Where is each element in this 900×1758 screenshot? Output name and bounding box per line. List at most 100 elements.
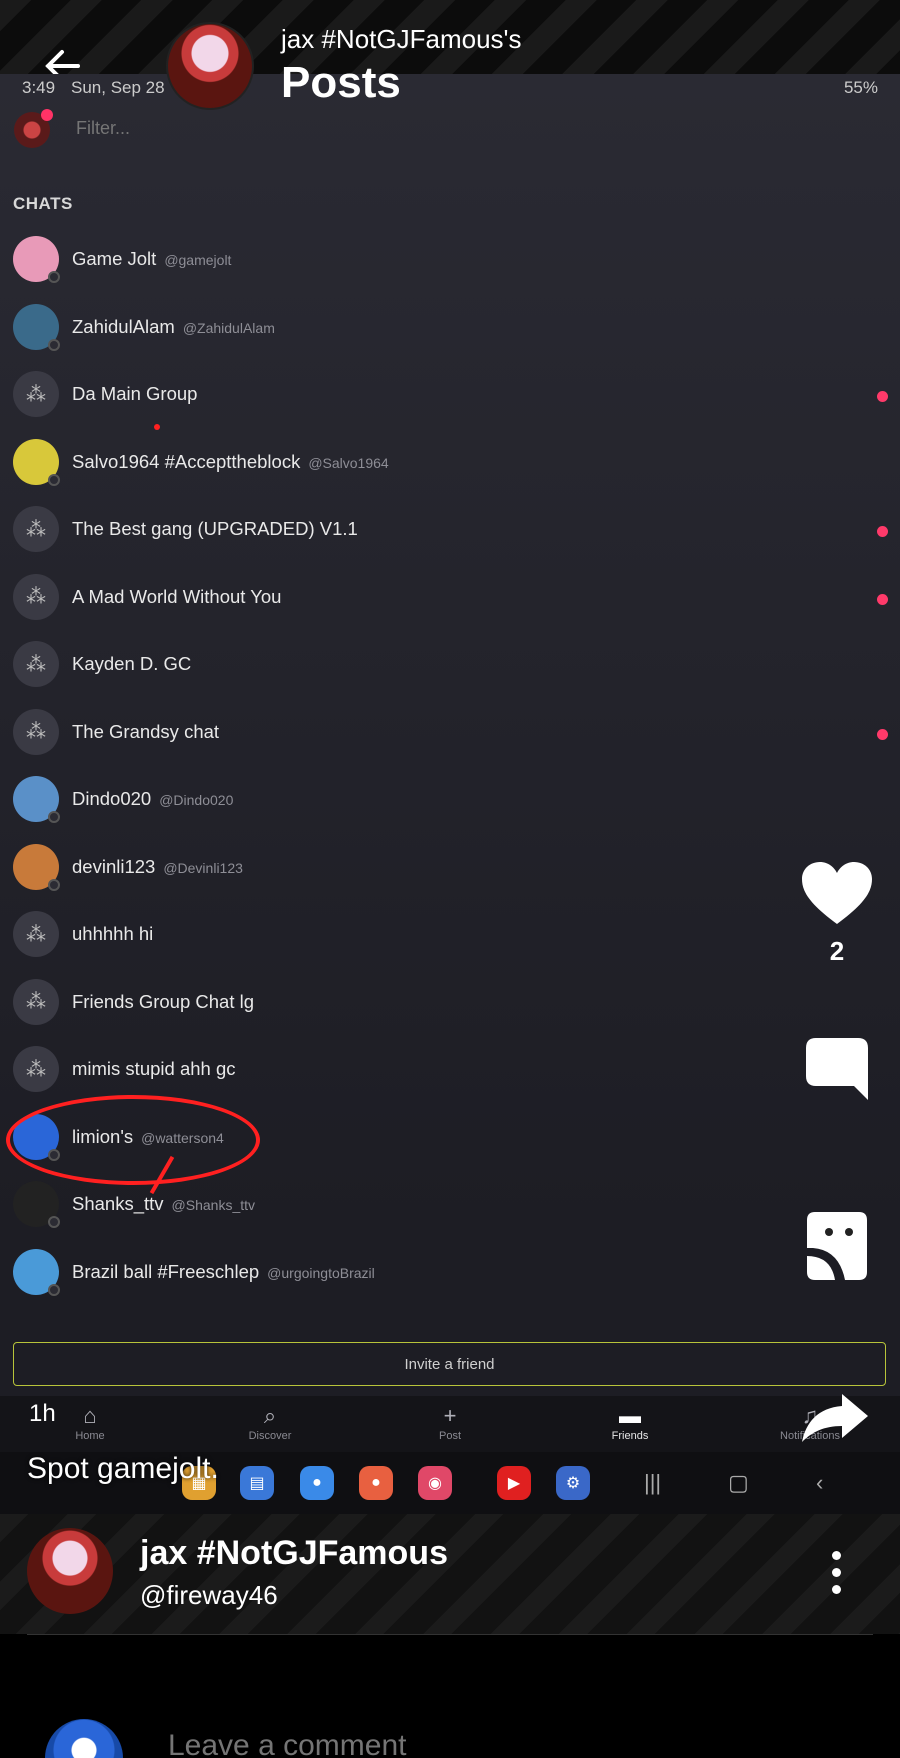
chat-title: Game Jolt	[72, 248, 157, 269]
status-indicator	[48, 1216, 60, 1228]
author-bar: jax #NotGJFamous @fireway46	[0, 1514, 900, 1634]
plus-icon: +	[443, 1403, 457, 1428]
chat-avatar	[13, 843, 60, 891]
author-avatar[interactable]	[27, 1528, 113, 1614]
chat-row[interactable]: ⁂ Da Main Group	[0, 359, 900, 427]
chat-title: Da Main Group	[72, 383, 198, 404]
chat-title: mimis stupid ahh gc	[72, 1058, 236, 1079]
chat-title: limion's	[72, 1125, 134, 1147]
nav-friends[interactable]: ▬ Friends	[570, 1402, 690, 1442]
chat-handle: @Dindo020	[159, 792, 234, 808]
nav-post[interactable]: + Post	[390, 1402, 510, 1442]
page-title: jax #NotGJFamous's	[281, 24, 522, 54]
chat-name: limion's @watterson4	[72, 1126, 224, 1148]
camera-icon[interactable]: ◉	[418, 1466, 452, 1500]
nav-discover[interactable]: ⌕ Discover	[210, 1402, 330, 1442]
comment-area	[0, 1635, 900, 1758]
post-caption: Spot gamejolt.	[27, 1452, 219, 1485]
status-indicator	[48, 338, 60, 351]
chat-name: mimis stupid ahh gc	[72, 1058, 235, 1080]
post-age: 1h	[29, 1400, 56, 1427]
chat-row[interactable]: Dindo020 @Dindo020	[0, 764, 900, 832]
calendar-icon[interactable]: ▤	[240, 1466, 274, 1500]
recents-icon[interactable]: |||	[644, 1470, 661, 1496]
system-back-icon[interactable]: ‹	[816, 1470, 823, 1496]
chat-row[interactable]: ⁂ Friends Group Chat lg	[0, 967, 900, 1035]
group-chat-icon: ⁂	[13, 641, 59, 687]
chat-title: Shanks_ttv	[72, 1193, 164, 1214]
youtube-icon[interactable]: ▶	[497, 1466, 531, 1500]
chat-handle: @gamejolt	[164, 252, 232, 268]
chat-handle: @ZahidulAlam	[182, 319, 275, 336]
like-count: 2	[829, 936, 845, 966]
status-indicator	[48, 271, 60, 283]
chat-row[interactable]: devinli123 @Devinli123	[0, 832, 900, 900]
chat-row[interactable]: ZahidulAlam @ZahidulAlam	[0, 292, 900, 360]
status-battery: 55%	[843, 78, 878, 97]
home-button-icon[interactable]: ▢	[728, 1470, 749, 1496]
chat-name: The Grandsy chat	[72, 721, 219, 743]
share-icon[interactable]	[800, 1392, 870, 1444]
settings-icon[interactable]: ⚙	[556, 1466, 590, 1500]
chat-row[interactable]: ⁂ uhhhhh hi	[0, 899, 900, 967]
group-chat-icon: ⁂	[13, 1046, 59, 1092]
bottom-nav: ⌂ Home ⌕ Discover + Post ▬ Friends ♫ Notifica…	[0, 1396, 900, 1452]
chat-name: ZahidulAlam @ZahidulAlam	[72, 316, 275, 338]
contacts-icon[interactable]: ●	[359, 1466, 393, 1500]
more-options-icon[interactable]	[823, 1548, 849, 1596]
chat-name: Shanks_ttv @Shanks_ttv	[72, 1193, 255, 1215]
chat-name: devinli123 @Devinli123	[72, 856, 243, 878]
comment-input[interactable]	[168, 1729, 768, 1758]
chat-name: Kayden D. GC	[72, 653, 191, 675]
chat-handle: @urgoingtoBrazil	[267, 1264, 375, 1281]
chat-row[interactable]: Brazil ball #Freeschlep @urgoingtoBrazil	[0, 1237, 900, 1305]
chat-row[interactable]: ⁂ Kayden D. GC	[0, 629, 900, 697]
chat-row[interactable]: Game Jolt @gamejolt	[0, 224, 900, 292]
unread-dot	[877, 593, 888, 605]
chat-name: A Mad World Without You	[72, 586, 281, 608]
filter-input[interactable]	[76, 118, 576, 139]
notification-dot	[41, 109, 53, 121]
chat-name: Salvo1964 #Accepttheblock @Salvo1964	[72, 451, 389, 473]
chat-row[interactable]: Shanks_ttv @Shanks_ttv	[0, 1169, 900, 1237]
post-image: 3:49 Sun, Sep 28 55% CHATS Game Jolt @gam…	[0, 74, 900, 1514]
author-pattern	[0, 1514, 900, 1634]
chat-title: A Mad World Without You	[72, 585, 282, 607]
chat-avatar	[13, 776, 60, 823]
chat-name: Friends Group Chat lg	[72, 991, 254, 1013]
chat-name: Game Jolt @gamejolt	[72, 248, 231, 270]
chat-row[interactable]: ⁂ The Grandsy chat	[0, 697, 900, 765]
nav-home-label: Home	[75, 1430, 105, 1442]
messages-icon[interactable]: ●	[300, 1466, 334, 1500]
chat-bubble-icon: ▬	[619, 1403, 641, 1428]
group-chat-icon: ⁂	[13, 978, 59, 1025]
red-mark	[154, 424, 160, 430]
chat-title: Kayden D. GC	[72, 653, 192, 674]
chat-title: Dindo020	[72, 788, 152, 809]
invite-friend-button[interactable]: Invite a friend	[13, 1342, 886, 1386]
status-indicator	[48, 1283, 60, 1296]
header-avatar[interactable]	[166, 22, 254, 110]
chat-name: uhhhhh hi	[72, 923, 153, 945]
chat-name: Brazil ball #Freeschlep @urgoingtoBrazil	[72, 1261, 375, 1283]
chat-row[interactable]: ⁂ The Best gang (UPGRADED) V1.1	[0, 494, 900, 562]
chat-avatar	[13, 1181, 60, 1228]
chat-row[interactable]: Salvo1964 #Accepttheblock @Salvo1964	[0, 427, 900, 495]
filter-row	[0, 106, 900, 166]
sticker-icon[interactable]	[805, 1210, 869, 1282]
status-bar: 3:49 Sun, Sep 28 55%	[0, 74, 900, 104]
chats-heading: CHATS	[13, 194, 73, 213]
author-handle[interactable]: @fireway46	[140, 1580, 278, 1611]
unread-dot	[877, 728, 888, 740]
chat-title: ZahidulAlam	[72, 315, 175, 337]
group-chat-icon: ⁂	[13, 911, 59, 957]
chat-row[interactable]: ⁂ A Mad World Without You	[0, 562, 900, 630]
chat-row[interactable]: limion's @watterson4	[0, 1102, 900, 1170]
chat-title: devinli123	[72, 855, 156, 877]
comment-icon[interactable]	[804, 1036, 870, 1102]
chat-row[interactable]: ⁂ mimis stupid ahh gc	[0, 1034, 900, 1102]
nav-discover-label: Discover	[248, 1430, 292, 1442]
user-avatar[interactable]	[14, 109, 53, 148]
heart-icon[interactable]	[800, 860, 874, 926]
author-name[interactable]: jax #NotGJFamous	[140, 1534, 448, 1573]
